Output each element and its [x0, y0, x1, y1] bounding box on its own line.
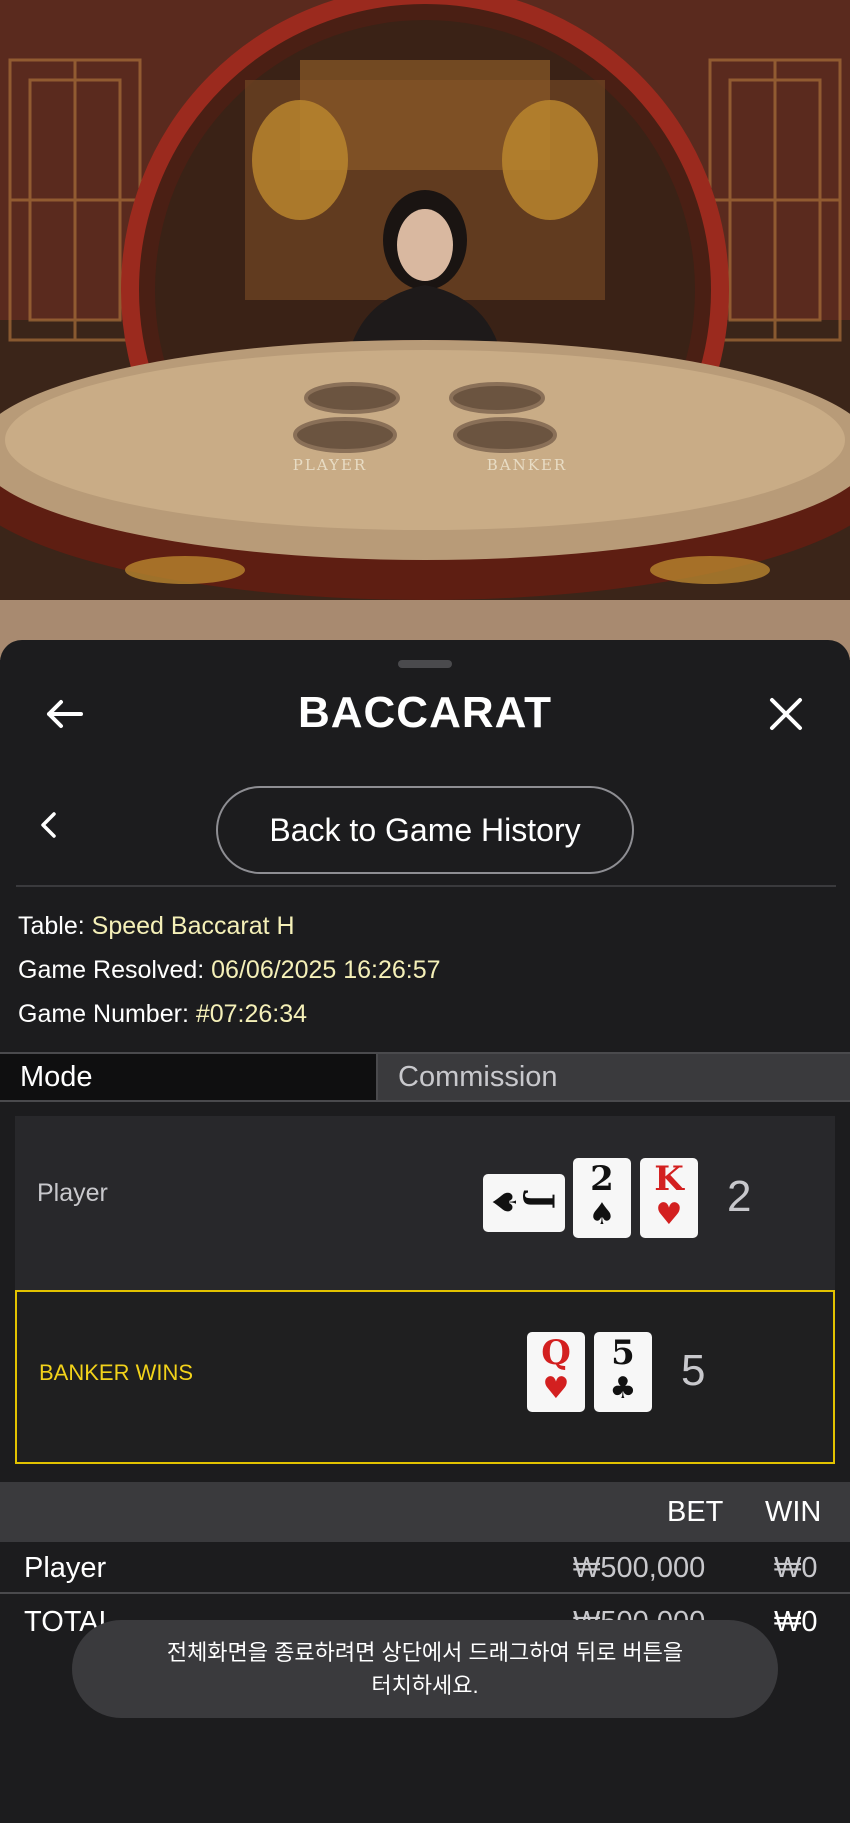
tab-mode[interactable]: Mode — [0, 1054, 378, 1100]
table-label: Table: — [18, 912, 85, 940]
heart-icon: ♥ — [542, 1371, 570, 1406]
chevron-left-icon — [41, 812, 56, 838]
table-player-label: PLAYER — [293, 456, 367, 474]
player-score: 2 — [727, 1172, 752, 1221]
win-amount: ₩0 — [774, 1552, 818, 1584]
fullscreen-toast: 전체화면을 종료하려면 상단에서 드래그하여 뒤로 버튼을 터치하세요. — [72, 1620, 778, 1718]
resolved-label: Game Resolved: — [18, 956, 205, 984]
banker-score: 5 — [681, 1346, 706, 1395]
table-banker-label: BANKER — [487, 456, 567, 474]
bet-name: Player — [24, 1552, 107, 1584]
bet-column-header: BET — [667, 1496, 724, 1528]
page-title: BACCARAT — [297, 688, 553, 737]
card-rank: J — [521, 1192, 561, 1210]
banker-card-2: 5 ♣ — [594, 1332, 652, 1412]
mode-tabs: Mode Commission — [0, 1052, 850, 1102]
table-row: Player ₩500,000 ₩0 — [0, 1542, 850, 1594]
table-info: Table: Speed Baccarat H — [18, 912, 295, 941]
close-button[interactable] — [762, 690, 810, 738]
total-win-amount: ₩0 — [774, 1606, 818, 1638]
studio-scene: PLAYER BANKER — [0, 0, 850, 660]
game-number-info: Game Number: #07:26:34 — [18, 1000, 307, 1029]
live-video: PLAYER BANKER — [0, 0, 850, 660]
banker-result: BANKER WINS Q ♥ 5 ♣ 5 — [15, 1290, 835, 1464]
toast-line-2: 터치하세요. — [371, 1673, 479, 1698]
player-card-1: ♠ J — [483, 1174, 565, 1232]
card-rank: K — [654, 1159, 684, 1199]
resolved-value: 06/06/2025 16:26:57 — [211, 956, 441, 984]
number-label: Game Number: — [18, 1000, 189, 1028]
banker-wins-label: BANKER WINS — [39, 1360, 194, 1385]
player-result: Player ♠ J 2 ♠ K ♥ 2 — [15, 1116, 835, 1290]
drag-handle[interactable] — [398, 660, 452, 668]
game-resolved-info: Game Resolved: 06/06/2025 16:26:57 — [18, 956, 441, 985]
card-suit-icon: ♠ — [486, 1187, 524, 1217]
tab-commission[interactable]: Commission — [378, 1054, 850, 1100]
divider — [16, 885, 836, 887]
win-column-header: WIN — [765, 1496, 822, 1528]
player-card-3: K ♥ — [640, 1158, 698, 1238]
card-rank: 2 — [590, 1159, 614, 1199]
bets-table-header: BET WIN — [0, 1482, 850, 1542]
back-to-game-history-button[interactable]: Back to Game History — [216, 786, 634, 874]
close-icon — [770, 698, 802, 730]
bet-amount: ₩500,000 — [573, 1552, 706, 1584]
previous-chevron-button[interactable] — [30, 807, 66, 843]
club-icon: ♣ — [609, 1371, 637, 1406]
toast-line-1: 전체화면을 종료하려면 상단에서 드래그하여 뒤로 버튼을 — [166, 1640, 684, 1665]
player-card-2: 2 ♠ — [573, 1158, 631, 1238]
heart-icon: ♥ — [655, 1197, 683, 1232]
number-value: #07:26:34 — [195, 1000, 308, 1028]
spade-icon: ♠ — [588, 1197, 616, 1232]
card-rank: 5 — [611, 1333, 635, 1373]
card-rank: Q — [541, 1333, 571, 1373]
banker-card-1: Q ♥ — [527, 1332, 585, 1412]
player-label: Player — [37, 1179, 108, 1207]
table-value: Speed Baccarat H — [91, 912, 295, 940]
